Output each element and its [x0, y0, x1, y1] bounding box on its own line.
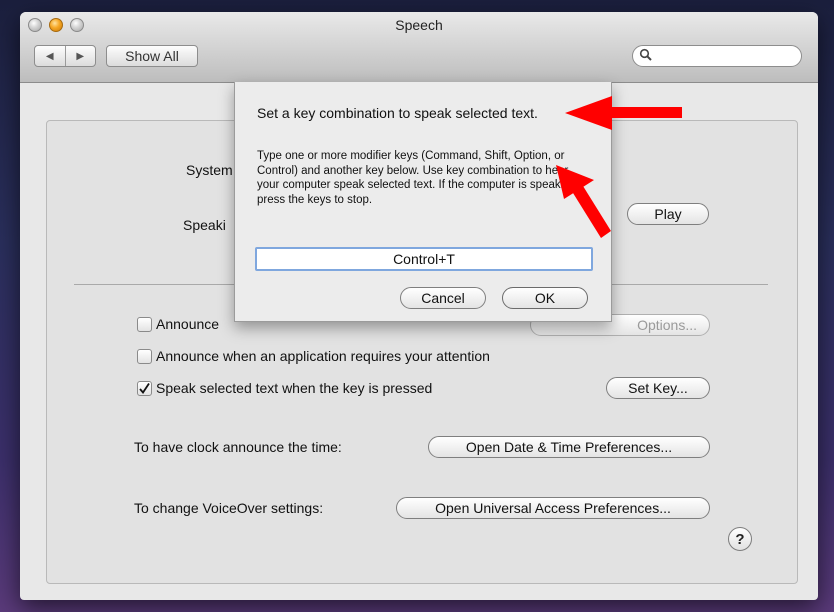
red-arrow-icon — [565, 96, 682, 130]
annotation-arrows — [556, 96, 682, 238]
red-arrow-icon — [556, 165, 611, 238]
